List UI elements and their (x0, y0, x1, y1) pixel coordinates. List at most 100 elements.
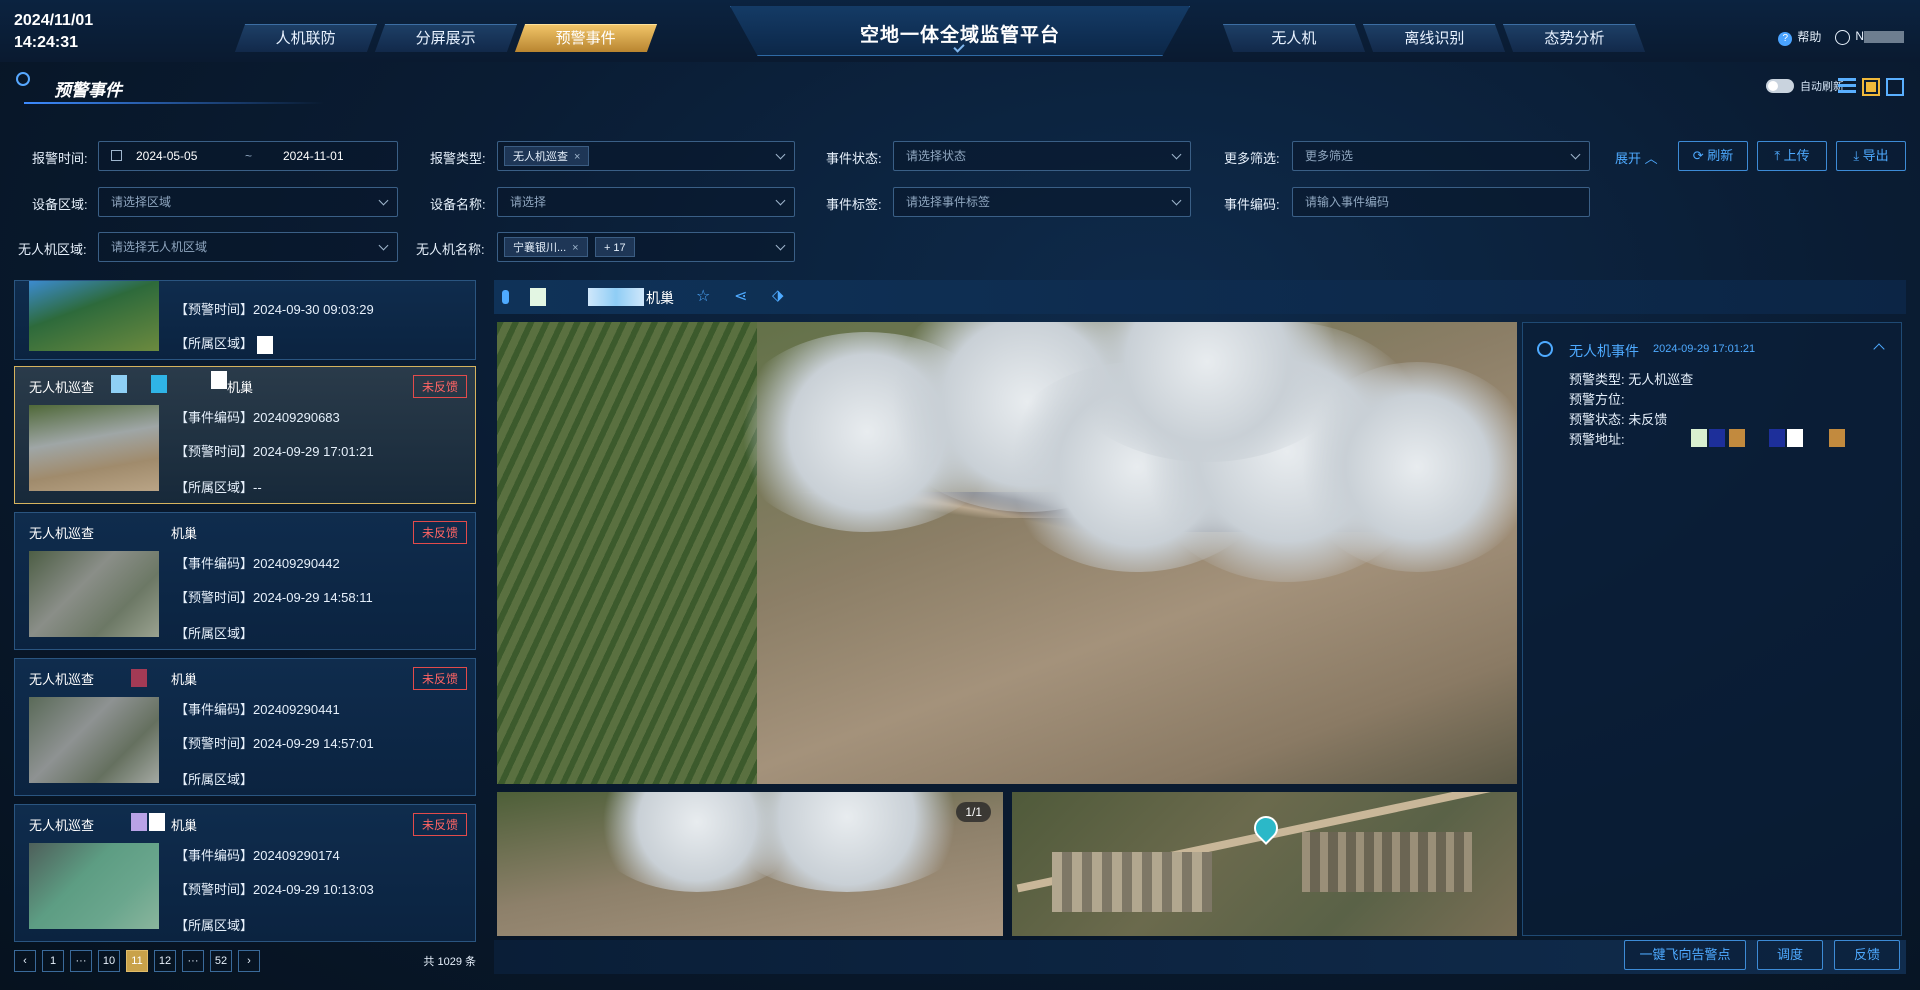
nav-left: 人机联防 分屏展示 预警事件 (234, 24, 658, 54)
tab-situation-analysis[interactable]: 态势分析 (1502, 24, 1646, 52)
tab-offline-recognition[interactable]: 离线识别 (1362, 24, 1506, 52)
page-button[interactable]: 12 (154, 950, 176, 972)
event-map[interactable] (1012, 792, 1517, 936)
event-code-input[interactable]: 请输入事件编码 (1292, 187, 1590, 217)
map-village (1052, 852, 1212, 912)
user-name-mask (1864, 31, 1904, 44)
page-button[interactable]: 1 (42, 950, 64, 972)
tag-close-icon[interactable]: × (574, 151, 580, 163)
event-thumbnail (29, 843, 159, 929)
more-filter-label: 更多筛选: (1224, 151, 1280, 166)
device-area-select[interactable]: 请选择区域 (98, 187, 398, 217)
device-name-select[interactable]: 请选择 (497, 187, 795, 217)
event-main-image[interactable] (497, 322, 1517, 784)
event-tag-select[interactable]: 请选择事件标签 (893, 187, 1191, 217)
masked-text (1691, 429, 1707, 447)
status-badge: 未反馈 (412, 813, 467, 836)
device-name-label: 设备名称: (430, 197, 486, 212)
event-status-select[interactable]: 请选择状态 (893, 141, 1191, 171)
list-item[interactable]: 无人机巡查 机巢 未反馈 【事件编码】202409290442 【预警时间】20… (14, 512, 476, 650)
next-page-button[interactable]: › (238, 950, 260, 972)
detail-toolbar: 机巢 ☆ ⋖ ⬗ (494, 280, 1906, 314)
dispatch-button[interactable]: 调度 (1757, 940, 1823, 970)
user-menu[interactable]: N (1835, 29, 1904, 45)
event-tag-label: 事件标签: (826, 197, 882, 212)
star-icon[interactable]: ☆ (696, 286, 710, 306)
event-thumbnail-image[interactable]: 1/1 (497, 792, 1003, 936)
tab-split-screen[interactable]: 分屏展示 (374, 24, 518, 52)
detail-status: 预警状态: 未反馈 (1569, 412, 1668, 427)
feedback-button[interactable]: 反馈 (1834, 940, 1900, 970)
masked-text (1787, 429, 1803, 447)
page-button[interactable]: 52 (210, 950, 232, 972)
refresh-button[interactable]: ⟳ 刷新 (1678, 141, 1748, 171)
filter-row-2: 设备区域: 请选择区域 设备名称: 请选择 事件标签: 请选择事件标签 事件编码… (0, 187, 1920, 217)
detail-position: 预警方位: (1569, 392, 1625, 407)
list-item[interactable]: 无人机巡查 机巢 未反馈 【事件编码】202409290441 【预警时间】20… (14, 658, 476, 796)
more-filter-select[interactable]: 更多筛选 (1292, 141, 1590, 171)
help-link[interactable]: ? 帮助 (1778, 28, 1821, 46)
expand-link[interactable]: 展开 ︿ (1615, 148, 1658, 167)
masked-text (111, 375, 127, 393)
event-thumbnail (29, 405, 159, 491)
detail-type: 预警类型: 无人机巡查 (1569, 372, 1694, 387)
detail-address: 预警地址: (1569, 432, 1625, 447)
chevron-down-icon (1171, 195, 1182, 206)
page-button[interactable]: 10 (98, 950, 120, 972)
event-list: 【预警时间】2024-09-30 09:03:29 【所属区域】 无人机巡查 机… (14, 276, 476, 976)
datetime: 2024/11/01 14:24:31 (14, 10, 93, 54)
list-view-icon[interactable] (1838, 78, 1856, 96)
masked-text (588, 288, 644, 306)
event-thumbnail (29, 551, 159, 637)
uav-name-label: 无人机名称: (416, 242, 485, 257)
masked-text (211, 371, 227, 389)
map-view-icon[interactable] (1886, 78, 1904, 96)
upload-button[interactable]: ⤒ 上传 (1757, 141, 1827, 171)
status-badge: 未反馈 (412, 375, 467, 398)
uav-name-select[interactable]: 宁襄银川... × + 17 (497, 232, 795, 262)
grid-view-icon[interactable] (1862, 78, 1880, 96)
status-badge: 未反馈 (412, 667, 467, 690)
target-icon (16, 72, 30, 86)
user-name: N (1855, 29, 1864, 44)
tab-uav[interactable]: 无人机 (1222, 24, 1366, 52)
toolbar-title: 机巢 (646, 290, 674, 306)
tab-human-machine-defense[interactable]: 人机联防 (234, 24, 378, 52)
tag-icon[interactable]: ⬗ (772, 286, 784, 304)
chevron-down-icon (1171, 149, 1182, 160)
prev-page-button[interactable]: ‹ (14, 950, 36, 972)
event-time: 2024-09-29 17:01:21 (1653, 343, 1756, 355)
share-icon[interactable]: ⋖ (734, 286, 747, 306)
export-button[interactable]: ⤓ 导出 (1836, 141, 1906, 171)
chevron-down-icon (1570, 149, 1581, 160)
chevron-down-icon (378, 240, 389, 251)
fly-to-alarm-button[interactable]: 一键飞向告警点 (1624, 940, 1746, 970)
masked-text (1829, 429, 1845, 447)
uav-area-select[interactable]: 请选择无人机区域 (98, 232, 398, 262)
list-item[interactable]: 【预警时间】2024-09-30 09:03:29 【所属区域】 (14, 280, 476, 360)
total-count: 共 1029 条 (423, 956, 476, 968)
page-ellipsis[interactable]: ··· (182, 950, 204, 972)
chevron-up-icon[interactable] (1873, 343, 1885, 355)
auto-refresh-toggle[interactable] (1766, 79, 1794, 93)
alarm-type-select[interactable]: 无人机巡查 × (497, 141, 795, 171)
map-village (1302, 832, 1472, 892)
filter-row-3: 无人机区域: 请选择无人机区域 无人机名称: 宁襄银川... × + 17 (0, 232, 1920, 262)
uav-name-more-tag: + 17 (594, 237, 635, 257)
alarm-time-range[interactable]: 2024-05-05 ~ 2024-11-01 (98, 141, 398, 171)
tag-close-icon[interactable]: × (572, 242, 578, 254)
uav-name-tag: 宁襄银川... × (504, 237, 588, 257)
event-status-label: 事件状态: (826, 151, 882, 166)
tab-alarm-events[interactable]: 预警事件 (514, 24, 658, 52)
time-text: 14:24:31 (14, 34, 79, 51)
masked-text (131, 669, 147, 687)
page-ellipsis[interactable]: ··· (70, 950, 92, 972)
page-button-current[interactable]: 11 (126, 950, 148, 972)
list-item[interactable]: 无人机巡查 机巢 未反馈 【事件编码】202409290174 【预警时间】20… (14, 804, 476, 942)
nav-right: 无人机 离线识别 态势分析 (1222, 24, 1646, 54)
list-item[interactable]: 无人机巡查 机巢 未反馈 【事件编码】202409290683 【预警时间】20… (14, 366, 476, 504)
page-title-bar: 预警事件 自动刷新 (14, 72, 1904, 104)
masked-text (1729, 429, 1745, 447)
uav-area-label: 无人机区域: (18, 242, 87, 257)
page-title: 预警事件 (54, 81, 122, 100)
